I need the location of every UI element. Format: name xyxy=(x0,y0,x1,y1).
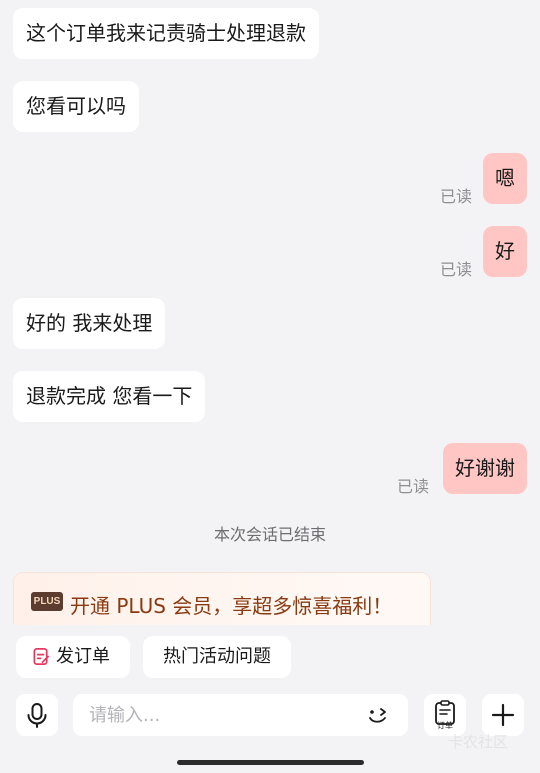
message-input[interactable] xyxy=(89,694,349,736)
read-receipt: 已读 xyxy=(397,477,430,496)
message-bubble-user: 好 xyxy=(483,226,527,277)
home-indicator[interactable] xyxy=(177,760,364,765)
read-receipt: 已读 xyxy=(440,260,473,279)
chat-area: 这个订单我来记责骑士处理退款 您看可以吗 嗯 已读 好 已读 好的 我来处理 退… xyxy=(0,0,540,634)
watermark: 卡农社区 xyxy=(448,733,509,751)
send-order-label: 发订单 xyxy=(56,646,110,667)
more-button[interactable] xyxy=(482,694,524,736)
microphone-icon xyxy=(27,703,47,728)
message-bubble-agent: 您看可以吗 xyxy=(13,81,139,132)
voice-button[interactable] xyxy=(16,694,58,736)
message-bubble-user: 嗯 xyxy=(483,153,527,204)
plus-icon xyxy=(491,703,515,727)
plus-banner-text: 开通 PLUS 会员，享超多惊喜福利！ xyxy=(70,594,393,618)
send-order-button[interactable]: 发订单 xyxy=(16,636,130,678)
session-ended-notice: 本次会话已结束 xyxy=(213,525,326,544)
message-bubble-agent: 这个订单我来记责骑士处理退款 xyxy=(13,8,319,59)
order-edit-icon xyxy=(33,648,50,665)
read-receipt: 已读 xyxy=(440,187,473,206)
order-button[interactable]: 订单 xyxy=(424,694,466,736)
plus-badge: PLUS xyxy=(31,592,63,611)
hot-questions-button[interactable]: 热门活动问题 xyxy=(143,636,291,678)
emoji-icon[interactable] xyxy=(365,703,391,727)
message-bubble-agent: 退款完成 您看一下 xyxy=(13,371,206,422)
order-button-label: 订单 xyxy=(437,721,453,730)
message-bubble-user: 好谢谢 xyxy=(443,443,527,494)
message-bubble-agent: 好的 我来处理 xyxy=(13,298,166,349)
message-input-box[interactable] xyxy=(73,694,408,736)
